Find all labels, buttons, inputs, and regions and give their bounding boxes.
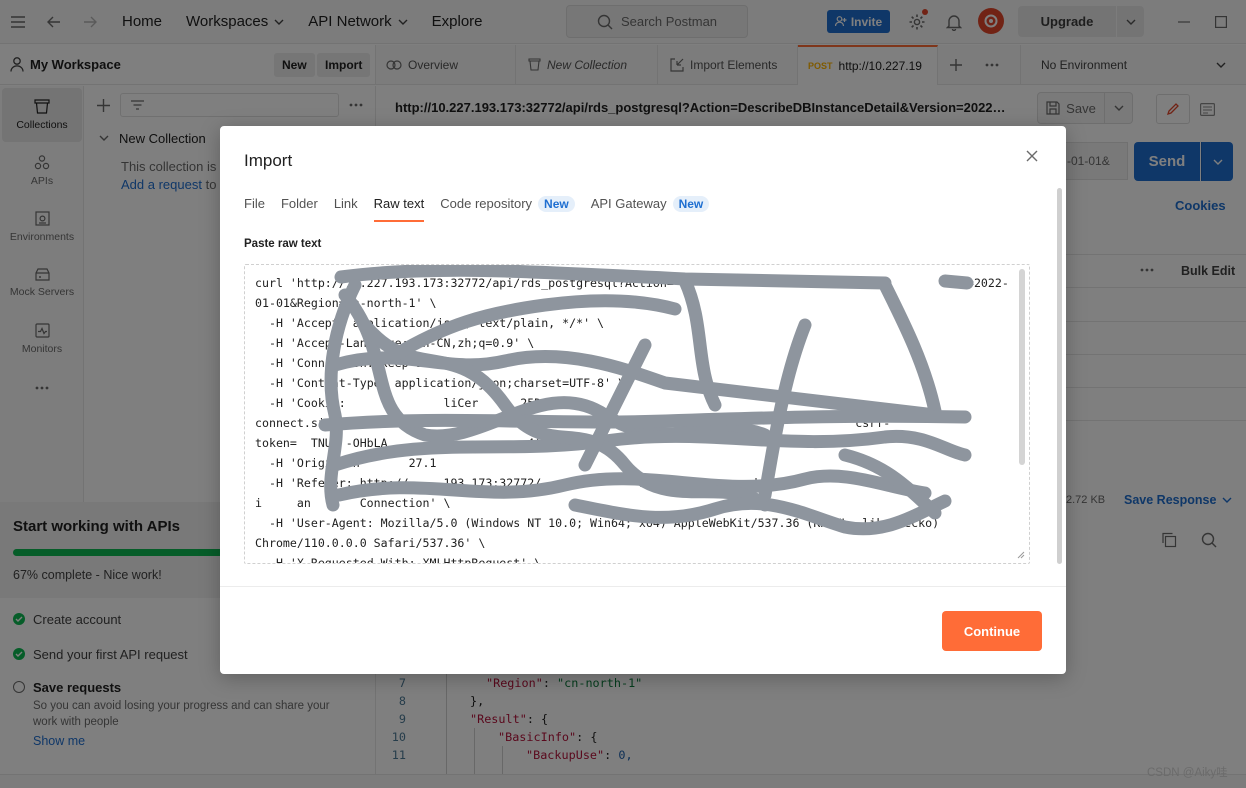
- new-badge: New: [538, 196, 575, 212]
- resize-handle-icon[interactable]: [1015, 549, 1027, 561]
- tab-file[interactable]: File: [244, 196, 265, 222]
- new-badge: New: [672, 196, 710, 212]
- modal-scrollbar[interactable]: [1057, 188, 1062, 564]
- close-icon[interactable]: [1026, 150, 1042, 166]
- paste-raw-text-label: Paste raw text: [244, 238, 322, 250]
- tab-api-gateway[interactable]: API Gateway New: [591, 196, 710, 222]
- tab-link[interactable]: Link: [334, 196, 358, 222]
- modal-title: Import: [244, 151, 293, 170]
- tab-code-repository[interactable]: Code repository New: [440, 196, 575, 222]
- modal-divider: [220, 586, 1066, 587]
- tab-folder[interactable]: Folder: [281, 196, 318, 222]
- watermark: CSDN @Aiky哇: [1147, 767, 1228, 779]
- import-tabs: File Folder Link Raw text Code repositor…: [244, 196, 725, 222]
- redaction-scribble: [318, 265, 974, 536]
- raw-text-input[interactable]: curl 'http://10.227.193.173:32772/api/rd…: [244, 264, 1030, 564]
- import-modal: Import File Folder Link Raw text Code re…: [220, 126, 1066, 674]
- continue-button[interactable]: Continue: [942, 611, 1042, 651]
- raw-text-scrollbar[interactable]: [1019, 269, 1025, 465]
- tab-raw-text[interactable]: Raw text: [373, 196, 425, 222]
